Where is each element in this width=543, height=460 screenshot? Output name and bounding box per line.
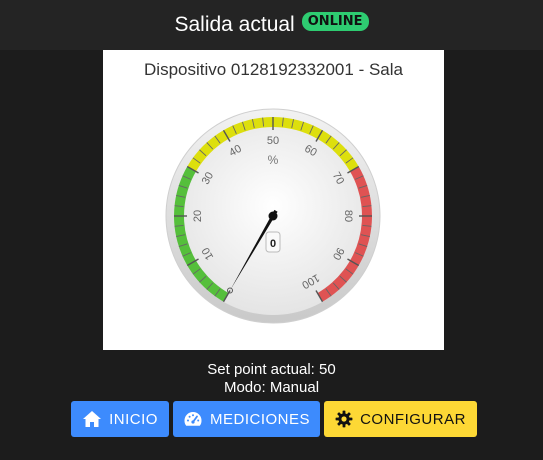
configurar-button[interactable]: CONFIGURAR: [324, 401, 477, 437]
gauge-tick-label: 50: [267, 135, 279, 147]
mediciones-button[interactable]: MEDICIONES: [173, 401, 320, 437]
gauge-chart: 102030405060708090100 % 0: [165, 108, 381, 324]
home-icon: [82, 410, 102, 428]
tachometer-icon: [183, 410, 203, 428]
gauge-tick-label: 80: [342, 210, 354, 222]
configurar-label: CONFIGURAR: [360, 410, 466, 428]
setpoint-text: Set point actual: 50: [207, 361, 336, 378]
inicio-button[interactable]: INICIO: [71, 401, 169, 437]
mediciones-label: MEDICIONES: [209, 410, 310, 428]
gauge-card: Dispositivo 0128192332001 - Sala 10 20 30 4…: [103, 50, 444, 350]
page-title: Salida actual: [174, 13, 295, 36]
gauge-value-label: 0: [270, 238, 276, 250]
gauge-unit: %: [268, 153, 279, 167]
mode-text: Modo: Manual: [223, 379, 320, 396]
status-badge: ONLINE: [301, 11, 369, 31]
gauge-tick-label: 20: [192, 210, 204, 222]
gear-icon: [335, 410, 353, 428]
inicio-label: INICIO: [109, 410, 158, 428]
header-bar: Salida actual ONLINE: [0, 0, 543, 50]
gauge-pivot: [268, 211, 278, 221]
